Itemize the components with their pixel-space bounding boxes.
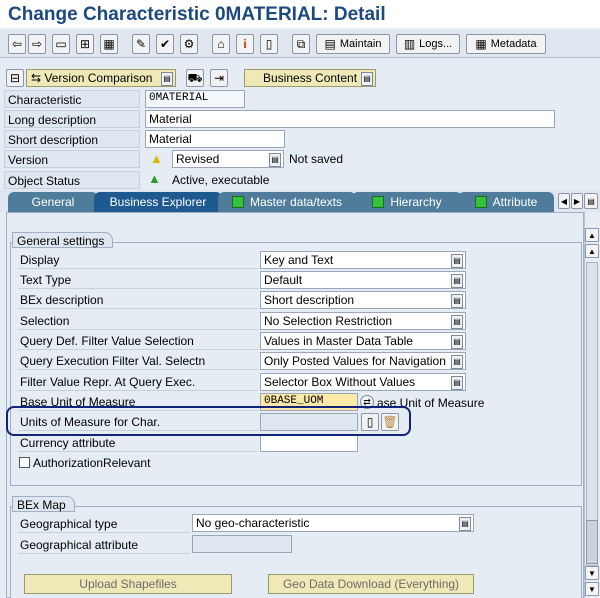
dropdown-arrow-icon: ▤ [451, 355, 463, 369]
authorization-checkbox[interactable] [19, 457, 30, 468]
tab-attribute[interactable]: Attribute [458, 192, 554, 212]
text-type-dropdown[interactable]: Default ▤ [260, 271, 466, 289]
object-status-value: Active, executable [172, 173, 270, 187]
status-green-icon [474, 196, 487, 208]
structure-icon[interactable]: ⊞ [76, 34, 94, 54]
tab-business-explorer[interactable]: Business Explorer [94, 192, 222, 212]
geo-attribute-label: Geographical attribute [18, 536, 190, 554]
status-green-icon [231, 196, 244, 208]
active-status-icon: ▲ [148, 171, 161, 186]
display-dropdown[interactable]: Key and Text ▤ [260, 251, 466, 269]
dropdown-arrow-icon: ▤ [451, 335, 463, 349]
application-toolbar: ⇦ ⇨ ▭ ⊞ ▦ ✎ ✔ ⚙ ⌂ i ▯ ⧉ ▤ Maintain ▥ Log… [0, 30, 600, 58]
geo-attribute-field[interactable] [192, 535, 292, 553]
display-label: Display [18, 251, 258, 269]
characteristic-label: Characteristic [4, 90, 140, 108]
upload-shapefiles-button[interactable]: Upload Shapefiles [24, 574, 232, 594]
scroll-down-fast-icon[interactable]: ▼ [585, 582, 599, 596]
warning-triangle-icon: ▲ [150, 151, 163, 166]
status-green-icon [372, 196, 385, 208]
text-type-label: Text Type [18, 271, 258, 289]
query-exec-filter-label: Query Execution Filter Val. Selectn [18, 352, 258, 370]
logs-button[interactable]: ▥ Logs... [396, 34, 460, 54]
other-object-icon[interactable]: ▭ [52, 34, 70, 54]
tab-hierarchy[interactable]: Hierarchy [352, 192, 462, 212]
page-title: Change Characteristic 0MATERIAL: Detail [0, 0, 600, 28]
dropdown-arrow-icon: ▤ [161, 72, 173, 86]
transport-icon[interactable]: ⛟ [186, 69, 204, 87]
highlight-annotation [6, 406, 411, 436]
tab-scroll-right-icon[interactable]: ▶ [571, 193, 583, 209]
info-icon[interactable]: i [236, 34, 254, 54]
back-icon[interactable]: ⇦ [8, 34, 26, 54]
currency-attribute-field[interactable] [260, 434, 358, 452]
filter-value-repr-dropdown[interactable]: Selector Box Without Values ▤ [260, 373, 466, 391]
bex-description-dropdown[interactable]: Short description ▤ [260, 291, 466, 309]
version-status: Not saved [289, 152, 344, 166]
query-exec-filter-dropdown[interactable]: Only Posted Values for Navigation ▤ [260, 352, 466, 370]
selection-dropdown[interactable]: No Selection Restriction ▤ [260, 312, 466, 330]
version-label: Version [4, 150, 140, 168]
new-document-icon[interactable]: ▯ [260, 34, 278, 54]
metadata-icon: ▦ [475, 37, 487, 51]
dropdown-arrow-icon: ▤ [451, 294, 463, 308]
dropdown-arrow-icon: ▤ [451, 315, 463, 329]
object-status-label: Object Status [4, 171, 140, 189]
dropdown-arrow-icon: ▤ [451, 274, 463, 288]
currency-attribute-label: Currency attribute [18, 434, 258, 452]
dropdown-arrow-icon: ▤ [451, 376, 463, 390]
tab-general[interactable]: General [8, 192, 98, 212]
maintain-icon: ▤ [324, 37, 336, 51]
geo-type-dropdown[interactable]: No geo-characteristic ▤ [192, 514, 474, 532]
hierarchy-icon[interactable]: ⊟ [6, 69, 24, 87]
filter-value-repr-label: Filter Value Repr. At Query Exec. [18, 373, 258, 391]
bex-map-title: BEx Map [12, 496, 75, 512]
short-description-field[interactable]: Material [145, 130, 285, 148]
dropdown-arrow-icon: ▤ [361, 72, 373, 86]
where-used-icon[interactable]: ⌂ [212, 34, 230, 54]
tab-master-data-texts[interactable]: Master data/texts [218, 192, 356, 212]
check-icon[interactable]: ✔ [156, 34, 174, 54]
version-comparison-icon: ⇆ [31, 71, 45, 85]
query-def-filter-label: Query Def. Filter Value Selection [18, 332, 258, 350]
general-settings-title: General settings [12, 232, 114, 248]
scroll-up-fast-icon[interactable]: ▲ [585, 244, 599, 258]
copy-icon[interactable]: ⧉ [292, 34, 310, 54]
short-description-label: Short description [4, 130, 140, 148]
authorization-label: AuthorizationRelevant [33, 456, 151, 470]
logs-icon: ▥ [403, 37, 416, 51]
long-description-field[interactable]: Material [145, 110, 555, 128]
table-icon[interactable]: ▦ [100, 34, 118, 54]
forward-icon[interactable]: ⇨ [28, 34, 46, 54]
version-dropdown[interactable]: Revised ▤ [172, 150, 284, 168]
edit-icon[interactable]: ✎ [132, 34, 150, 54]
business-content-dropdown[interactable]: Business Content ▤ [244, 69, 376, 87]
geo-data-download-button[interactable]: Geo Data Download (Everything) [268, 574, 474, 594]
scroll-down-icon[interactable]: ▼ [585, 566, 599, 580]
metadata-button[interactable]: ▦ Metadata [466, 34, 546, 54]
tab-scroll-left-icon[interactable]: ◀ [558, 193, 570, 209]
scroll-thumb[interactable] [586, 520, 598, 564]
query-def-filter-dropdown[interactable]: Values in Master Data Table ▤ [260, 332, 466, 350]
characteristic-field: 0MATERIAL [145, 90, 245, 108]
tab-list-icon[interactable]: ▤ [584, 193, 598, 209]
maintain-button[interactable]: ▤ Maintain [316, 34, 390, 54]
tree-icon[interactable]: ⇥ [210, 69, 228, 87]
long-description-label: Long description [4, 110, 140, 128]
dropdown-arrow-icon: ▤ [269, 153, 281, 167]
activate-icon[interactable]: ⚙ [180, 34, 198, 54]
bex-description-label: BEx description [18, 291, 258, 309]
selection-label: Selection [18, 312, 258, 330]
dropdown-arrow-icon: ▤ [451, 254, 463, 268]
geo-type-label: Geographical type [18, 515, 190, 533]
dropdown-arrow-icon: ▤ [459, 517, 471, 531]
scroll-up-icon[interactable]: ▲ [585, 228, 599, 242]
version-comparison-dropdown[interactable]: ⇆ Version Comparison ▤ [26, 69, 176, 87]
